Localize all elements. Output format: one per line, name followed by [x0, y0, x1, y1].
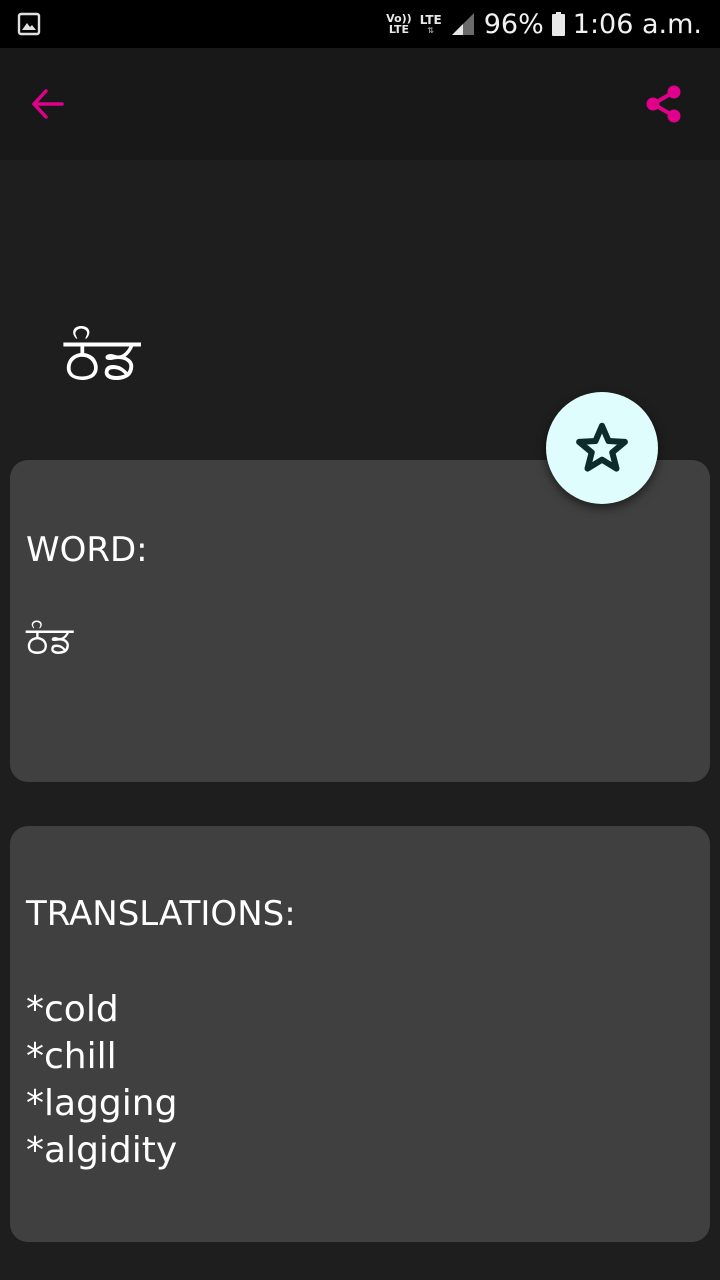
gallery-notification-icon [17, 12, 41, 36]
data-activity-icon: ⇅ [427, 25, 435, 35]
translations-list: *cold *chill *lagging *algidity [26, 986, 177, 1174]
word-card: WORD: ਠੰਡ [10, 460, 710, 782]
arrow-back-icon [32, 89, 64, 119]
network-type: LTE [419, 12, 442, 27]
toolbar [0, 48, 720, 160]
share-button[interactable] [642, 82, 686, 126]
translation-item: *chill [26, 1036, 117, 1077]
battery-icon [551, 12, 565, 36]
page-title-word: ਠੰਡ [64, 323, 140, 391]
lte-indicator: LTE ⇅ [420, 14, 442, 35]
word-value: ਠੰਡ [26, 620, 74, 661]
share-icon [646, 85, 681, 123]
word-label: WORD: [26, 530, 148, 570]
translation-item: *lagging [26, 1083, 178, 1124]
volte-indicator: Vo)) LTE [386, 12, 412, 36]
favorite-button[interactable] [546, 392, 658, 504]
star-icon [576, 422, 628, 472]
clock: 1:06 a.m. [572, 8, 702, 40]
battery-percent: 96% [483, 8, 544, 40]
translations-label: TRANSLATIONS: [26, 894, 296, 934]
status-bar: Vo)) LTE LTE ⇅ 96% 1:06 a.m. [0, 0, 720, 48]
back-button[interactable] [28, 84, 68, 124]
translation-item: *algidity [26, 1130, 178, 1171]
translations-card: TRANSLATIONS: *cold *chill *lagging *alg… [10, 826, 710, 1242]
translation-item: *cold [26, 989, 119, 1030]
signal-icon [451, 13, 474, 35]
status-indicators: Vo)) LTE LTE ⇅ 96% 1:06 a.m. [386, 0, 702, 48]
